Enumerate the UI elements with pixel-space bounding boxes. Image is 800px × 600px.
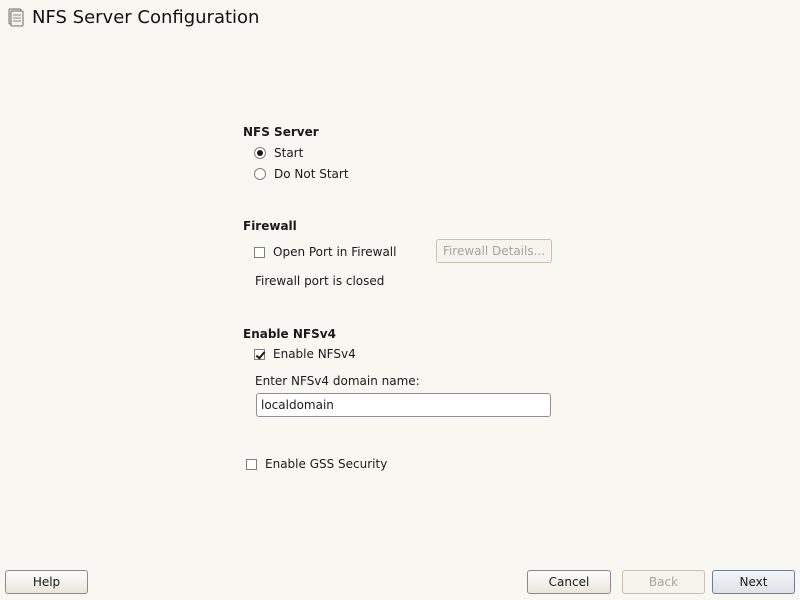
enable-nfsv4-check-indicator[interactable]	[254, 348, 265, 360]
open-port-label: Open Port in Firewall	[273, 245, 397, 259]
gss-security-checkbox[interactable]: Enable GSS Security	[246, 457, 387, 471]
domain-name-label: Enter NFSv4 domain name:	[255, 374, 420, 388]
nfsv4-heading: Enable NFSv4	[243, 327, 336, 341]
open-port-checkbox[interactable]: Open Port in Firewall	[254, 245, 396, 259]
firewall-heading: Firewall	[243, 219, 297, 233]
radio-do-not-start[interactable]: Do Not Start	[254, 167, 349, 181]
enable-nfsv4-checkbox[interactable]: Enable NFSv4	[254, 347, 356, 361]
radio-do-not-start-label: Do Not Start	[274, 167, 349, 181]
gss-security-label: Enable GSS Security	[265, 457, 388, 471]
radio-do-not-start-indicator[interactable]	[254, 168, 266, 180]
back-button[interactable]: Back	[622, 570, 705, 594]
title-bar: NFS Server Configuration	[6, 4, 259, 30]
enable-nfsv4-label: Enable NFSv4	[273, 347, 356, 361]
gss-security-check-indicator[interactable]	[246, 458, 257, 470]
firewall-details-button[interactable]: Firewall Details...	[436, 239, 552, 263]
domain-name-input[interactable]	[256, 393, 551, 417]
firewall-status-text: Firewall port is closed	[255, 274, 385, 288]
radio-start-indicator[interactable]	[254, 147, 266, 159]
nfs-server-heading: NFS Server	[243, 125, 319, 139]
radio-start-label: Start	[274, 146, 304, 160]
next-button[interactable]: Next	[712, 570, 795, 594]
page-title: NFS Server Configuration	[32, 6, 260, 28]
radio-start[interactable]: Start	[254, 146, 303, 160]
server-icon	[8, 8, 24, 27]
cancel-button[interactable]: Cancel	[527, 570, 611, 594]
open-port-check-indicator[interactable]	[254, 246, 265, 258]
help-button[interactable]: Help	[5, 570, 88, 594]
